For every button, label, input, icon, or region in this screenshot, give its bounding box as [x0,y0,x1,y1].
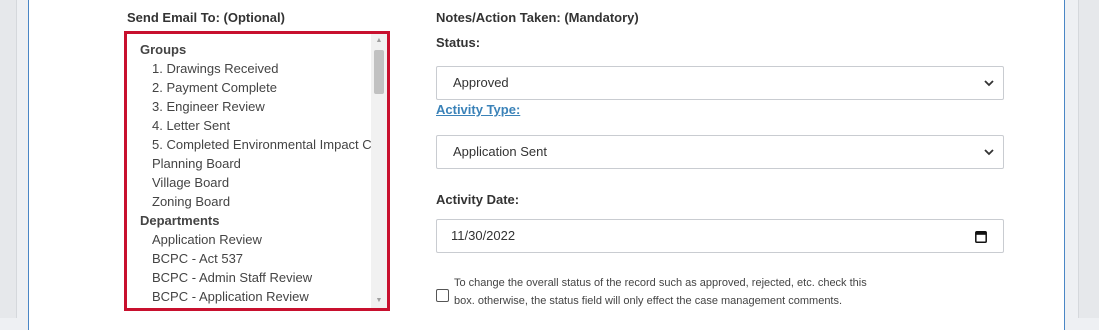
list-option[interactable]: Application Review [127,230,371,249]
activity-date-input[interactable]: 11/30/2022 [436,219,1004,253]
calendar-icon[interactable] [975,230,987,243]
status-select-value: Approved [453,75,509,90]
list-option[interactable]: 4. Letter Sent [127,116,371,135]
optgroup-groups: Groups [140,42,187,57]
status-label: Status: [436,35,481,50]
list-option[interactable]: BCPC - Admin Staff Review [127,268,371,287]
scroll-down-arrow-icon[interactable]: ▼ [371,294,387,308]
send-email-listbox[interactable]: Groups 1. Drawings Received 2. Payment C… [124,31,390,311]
send-email-label: Send Email To: (Optional) [127,10,285,25]
scroll-thumb[interactable] [374,50,384,94]
activity-type-select-value: Application Sent [453,144,547,159]
activity-type-link[interactable]: Activity Type: [436,102,520,117]
activity-type-select[interactable]: Application Sent [436,135,1004,169]
status-select[interactable]: Approved [436,66,1004,100]
list-option[interactable]: 2. Payment Complete [127,78,371,97]
page: Send Email To: (Optional) Groups 1. Draw… [0,0,1099,330]
list-option[interactable]: Zoning Board [127,192,371,211]
list-option[interactable]: 3. Engineer Review [127,97,371,116]
notes-label: Notes/Action Taken: (Mandatory) [436,10,639,25]
checkbox-help-text: To change the overall status of the reco… [454,277,867,307]
list-option[interactable]: BCPC - Application Review [127,287,371,306]
listbox-options: Groups 1. Drawings Received 2. Payment C… [127,34,371,308]
right-gutter [1078,0,1099,318]
activity-date-value: 11/30/2022 [451,228,516,243]
scroll-up-arrow-icon[interactable]: ▲ [371,34,387,48]
update-status-checkbox[interactable] [436,289,449,302]
list-option[interactable]: 1. Drawings Received [127,59,371,78]
list-option[interactable]: 5. Completed Environmental Impact C [127,135,371,154]
chevron-down-icon [984,149,994,156]
list-option[interactable]: BCPC - Act 537 [127,249,371,268]
left-gutter [0,0,17,318]
listbox-scrollbar[interactable]: ▲ ▼ [371,34,387,308]
chevron-down-icon [984,80,994,87]
activity-date-label: Activity Date: [436,192,520,207]
list-option[interactable]: Village Board [127,173,371,192]
list-option[interactable]: Planning Board [127,154,371,173]
optgroup-departments: Departments [140,213,220,228]
